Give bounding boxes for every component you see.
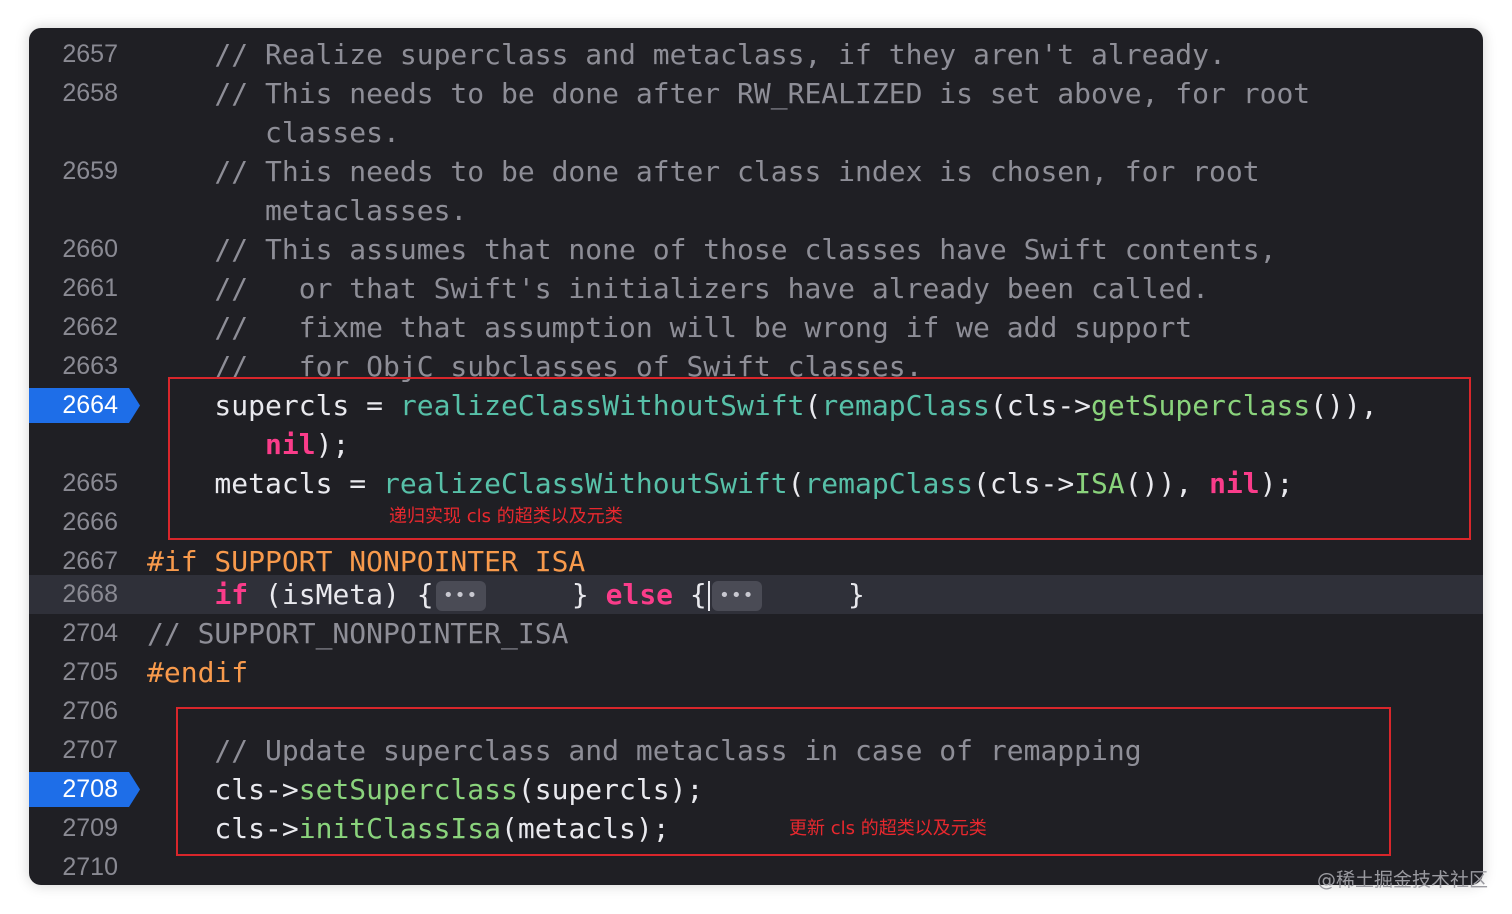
code-comment: // This assumes that none of those class… <box>147 233 1277 266</box>
code-text: if (isMeta) {••• } else {••• } <box>147 575 865 614</box>
annotation-note-recursive-realize: 递归实现 cls 的超类以及元类 <box>389 506 623 527</box>
breakpoint-marker[interactable]: 2664 <box>29 388 140 423</box>
line-number: 2706 <box>62 697 118 725</box>
code-token: } <box>487 578 606 611</box>
annotation-box-update-class <box>176 707 1391 856</box>
line-number: 2660 <box>62 235 118 263</box>
keyword-token: if <box>214 578 249 611</box>
code-line[interactable]: 2661 // or that Swift's initializers hav… <box>29 269 1483 308</box>
line-number: 2664 <box>62 391 118 419</box>
code-line[interactable]: 2705 #endif <box>29 653 1483 692</box>
code-comment: // or that Swift's initializers have alr… <box>147 272 1210 305</box>
preprocessor-directive: #endif <box>147 656 249 689</box>
line-number: 2662 <box>62 313 118 341</box>
annotation-note-update-class: 更新 cls 的超类以及元类 <box>789 818 987 839</box>
code-line[interactable]: 2657 // Realize superclass and metaclass… <box>29 35 1483 74</box>
line-number: 2658 <box>62 79 118 107</box>
line-number: 2709 <box>62 814 118 842</box>
code-line-wrapped[interactable]: metaclasses. <box>29 191 1483 230</box>
text-cursor <box>707 581 710 611</box>
line-number: 2663 <box>62 352 118 380</box>
code-editor: 2657 // Realize superclass and metaclass… <box>29 28 1483 885</box>
code-comment: // This needs to be done after RW_REALIZ… <box>147 77 1311 110</box>
code-comment: // SUPPORT_NONPOINTER_ISA <box>147 617 569 650</box>
line-number: 2659 <box>62 157 118 185</box>
line-number: 2657 <box>62 40 118 68</box>
code-line[interactable]: 2704 // SUPPORT_NONPOINTER_ISA <box>29 614 1483 653</box>
breakpoint-marker[interactable]: 2708 <box>29 772 140 807</box>
annotation-box-recursive-realize <box>168 377 1471 540</box>
code-line-current[interactable]: 2668 if (isMeta) {••• } else {••• } <box>29 575 1483 614</box>
line-number: 2666 <box>62 508 118 536</box>
line-number: 2708 <box>62 775 118 803</box>
code-token: (isMeta) { <box>248 578 434 611</box>
line-number: 2665 <box>62 469 118 497</box>
line-number: 2710 <box>62 853 118 881</box>
code-comment: // Realize superclass and metaclass, if … <box>147 38 1226 71</box>
code-line[interactable]: 2658 // This needs to be done after RW_R… <box>29 74 1483 113</box>
code-line[interactable]: 2659 // This needs to be done after clas… <box>29 152 1483 191</box>
code-comment: classes. <box>147 116 400 149</box>
line-number: 2707 <box>62 736 118 764</box>
code-line-wrapped[interactable]: classes. <box>29 113 1483 152</box>
code-comment: // This needs to be done after class ind… <box>147 155 1260 188</box>
code-token: { <box>673 578 707 611</box>
code-line[interactable]: 2662 // fixme that assumption will be wr… <box>29 308 1483 347</box>
code-token: } <box>763 578 865 611</box>
code-line[interactable]: 2660 // This assumes that none of those … <box>29 230 1483 269</box>
code-comment: // fixme that assumption will be wrong i… <box>147 311 1193 344</box>
watermark-text: @稀土掘金技术社区 <box>1316 869 1488 891</box>
keyword-token: else <box>605 578 674 611</box>
line-number: 2661 <box>62 274 118 302</box>
line-number: 2705 <box>62 658 118 686</box>
folded-code-button[interactable]: ••• <box>435 581 486 611</box>
folded-code-button[interactable]: ••• <box>711 581 762 611</box>
code-comment: metaclasses. <box>147 194 468 227</box>
line-number: 2668 <box>62 580 118 608</box>
line-number: 2704 <box>62 619 118 647</box>
